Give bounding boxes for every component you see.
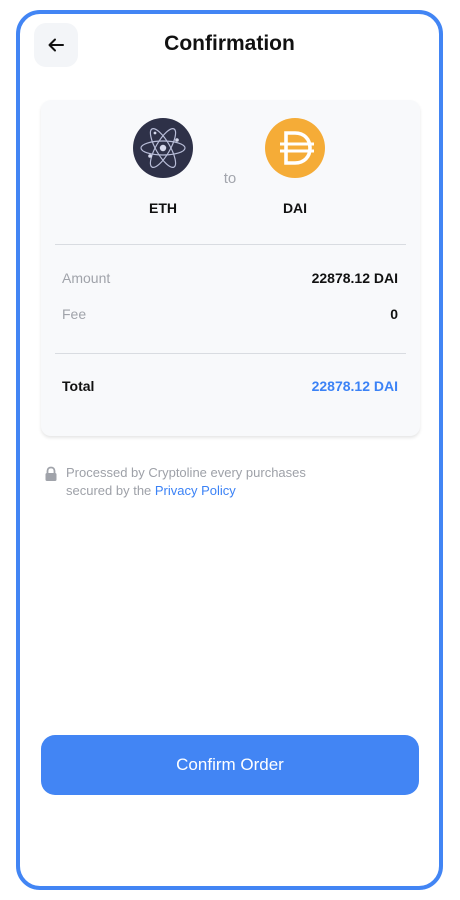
notice-text: Processed by Cryptoline every purchases … — [66, 464, 366, 500]
to-coin-label: DAI — [282, 200, 308, 216]
from-coin — [133, 118, 193, 178]
page-title: Confirmation — [164, 32, 295, 55]
amount-label: Amount — [62, 270, 111, 286]
summary-card: to ETH DAI Amount 22878.12 DAI Fee 0 Tot… — [41, 100, 420, 436]
to-coin — [265, 118, 325, 178]
notice-line2-prefix: secured by the — [66, 483, 155, 498]
notice-line1: Processed by Cryptoline every purchases — [66, 465, 306, 480]
amount-value: 22878.12 DAI — [311, 270, 398, 286]
lock-icon — [45, 466, 57, 481]
divider — [55, 353, 406, 354]
app-frame: Confirmation to ETH DAI Amount 22878.12 … — [16, 10, 443, 890]
confirm-order-button[interactable]: Confirm Order — [41, 735, 419, 795]
dai-icon — [280, 131, 314, 165]
divider — [55, 244, 406, 245]
atom-icon — [140, 128, 186, 168]
fee-value: 0 — [390, 306, 398, 322]
total-label: Total — [62, 378, 95, 394]
total-value: 22878.12 DAI — [311, 378, 398, 394]
fee-label: Fee — [62, 306, 87, 322]
from-coin-label: ETH — [149, 200, 177, 216]
privacy-policy-link[interactable]: Privacy Policy — [155, 483, 236, 498]
to-connector: to — [223, 170, 237, 187]
